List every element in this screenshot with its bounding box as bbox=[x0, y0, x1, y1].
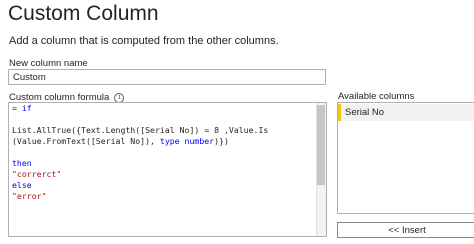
editor-scroll-thumb[interactable] bbox=[317, 105, 325, 185]
new-column-name-label: New column name bbox=[9, 58, 88, 69]
available-columns-list[interactable]: Serial No bbox=[337, 102, 474, 214]
formula-line[interactable] bbox=[12, 114, 268, 125]
insert-button[interactable]: << Insert bbox=[337, 222, 474, 238]
available-column-item[interactable]: Serial No bbox=[338, 104, 474, 121]
formula-line[interactable] bbox=[12, 147, 268, 158]
formula-line[interactable]: = if bbox=[12, 103, 268, 114]
formula-line[interactable]: then bbox=[12, 158, 268, 169]
info-icon[interactable]: i bbox=[114, 92, 125, 103]
new-column-name-input[interactable] bbox=[8, 69, 326, 85]
formula-line[interactable]: "error" bbox=[12, 191, 268, 202]
dialog-subtitle: Add a column that is computed from the o… bbox=[9, 35, 279, 47]
formula-line[interactable]: "correrct" bbox=[12, 169, 268, 180]
dialog-title: Custom Column bbox=[8, 2, 159, 25]
editor-scrollbar[interactable] bbox=[316, 103, 326, 236]
formula-line[interactable]: else bbox=[12, 180, 268, 191]
formula-editor[interactable]: = if List.AllTrue({Text.Length([Serial No… bbox=[8, 102, 327, 237]
formula-line[interactable]: (Value.FromText([Serial No]), type numbe… bbox=[12, 136, 268, 147]
formula-line[interactable]: List.AllTrue({Text.Length([Serial No]) =… bbox=[12, 125, 268, 136]
available-columns-label: Available columns bbox=[338, 91, 415, 102]
formula-editor-text[interactable]: = if List.AllTrue({Text.Length([Serial No… bbox=[12, 103, 268, 202]
